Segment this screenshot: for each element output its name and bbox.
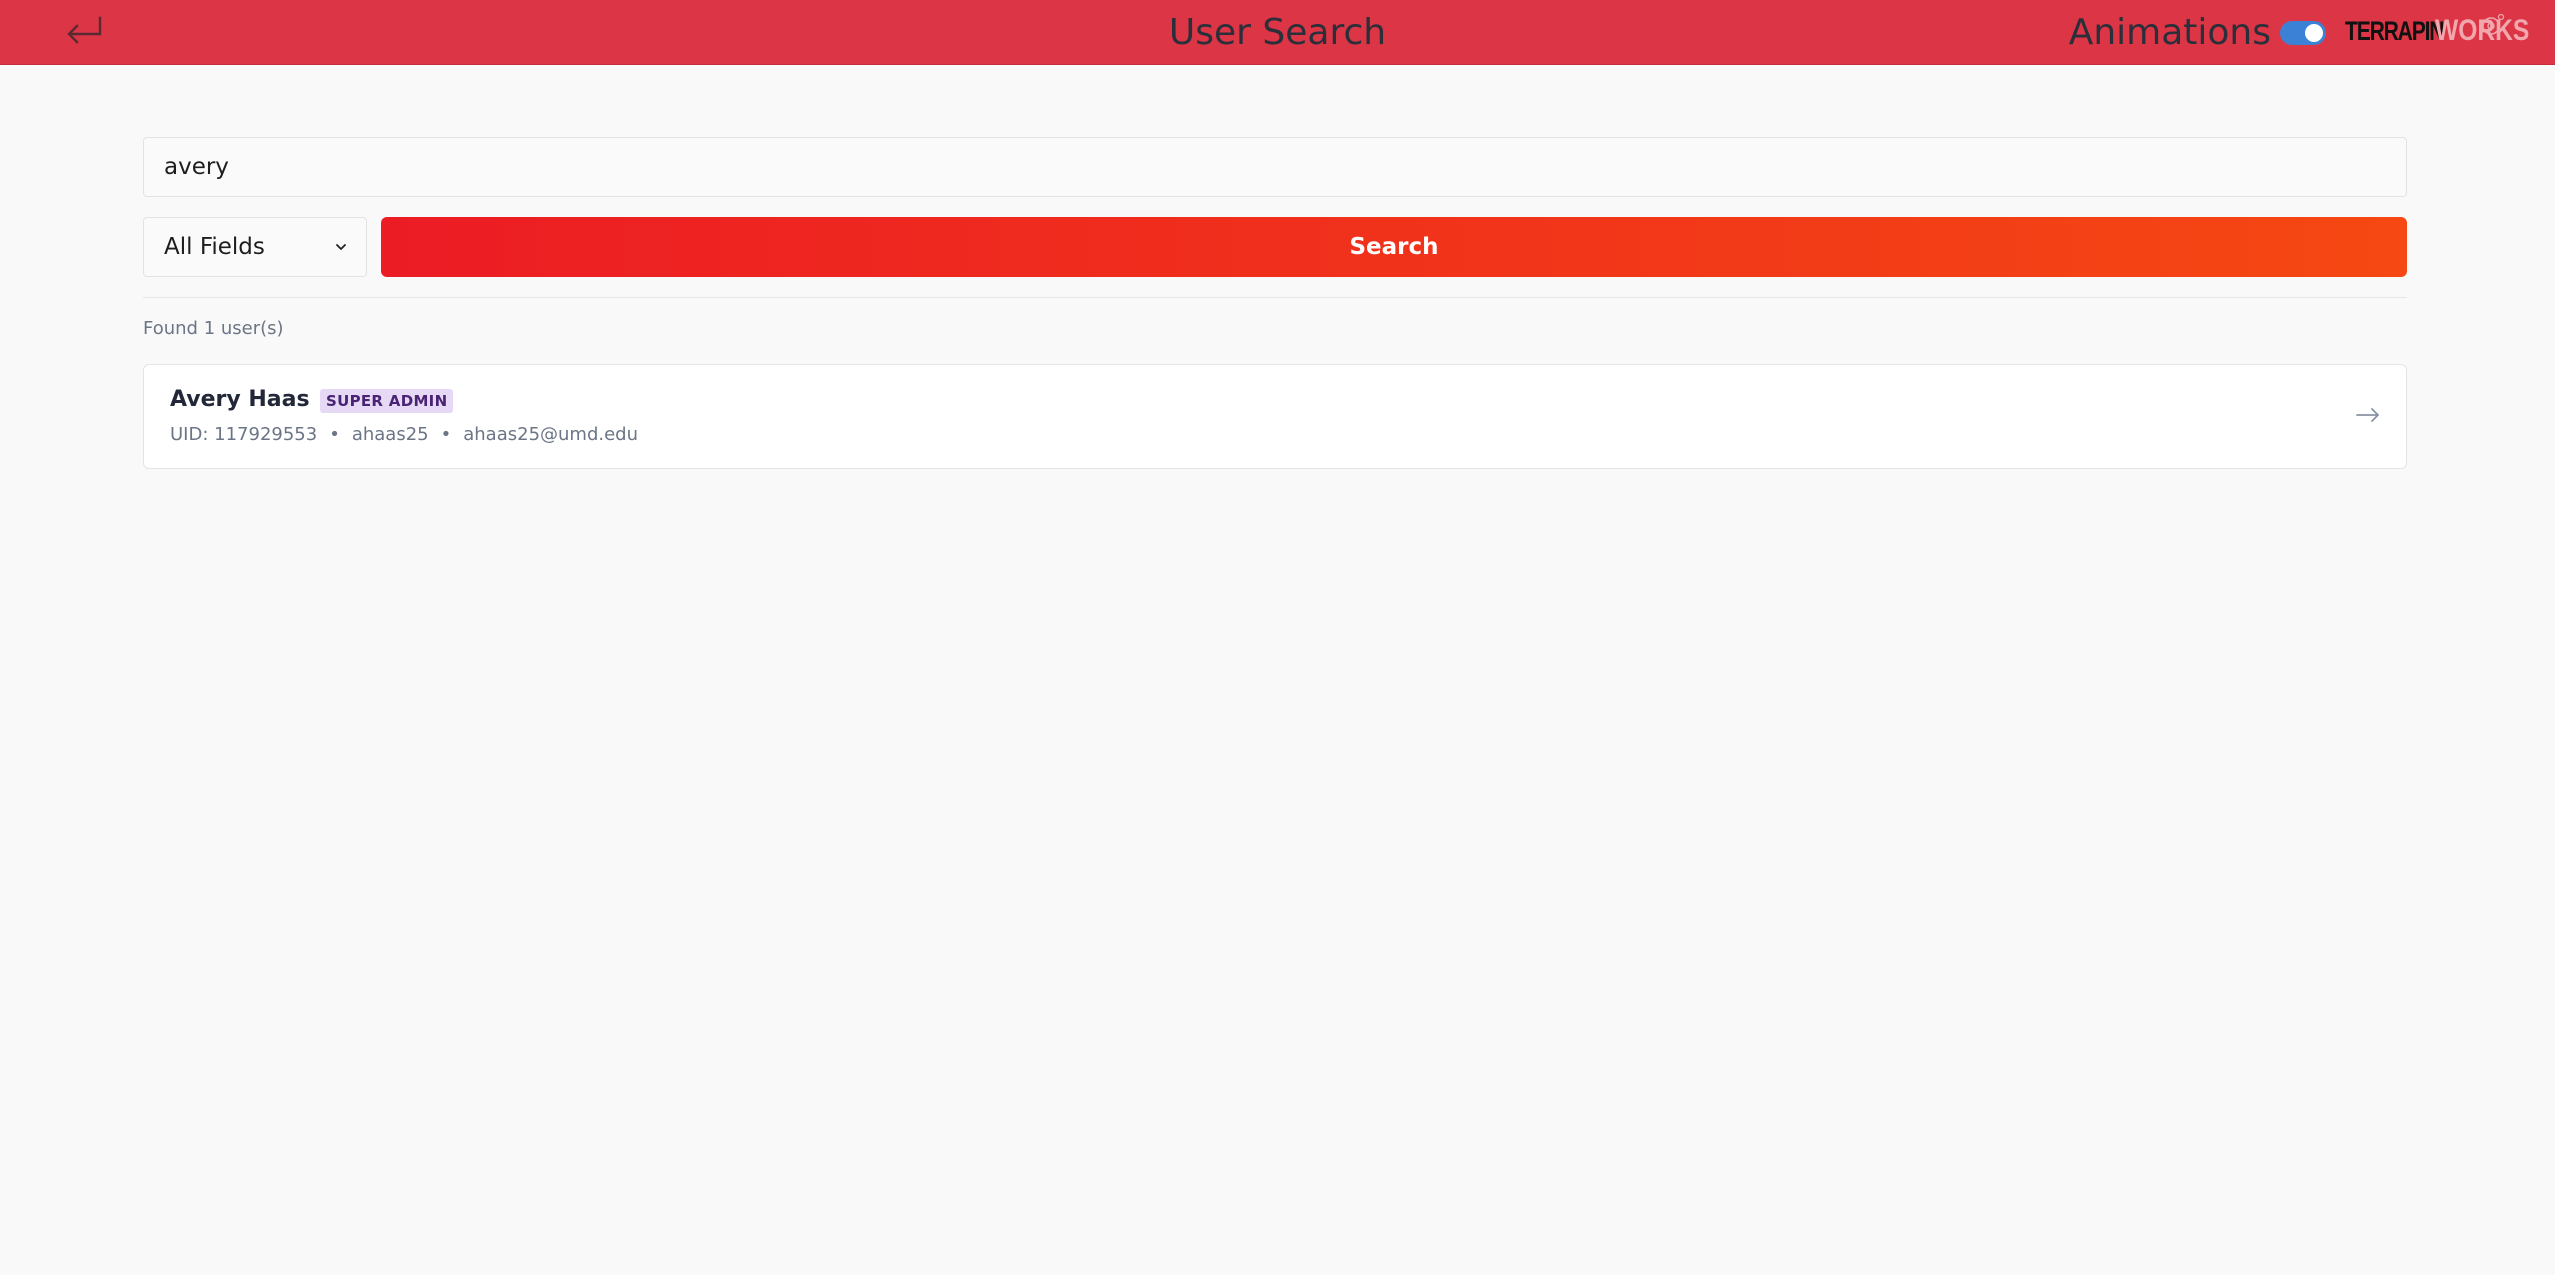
meta-separator: • <box>440 424 452 445</box>
user-username: ahaas25 <box>351 424 429 445</box>
meta-separator: • <box>329 424 340 445</box>
field-filter-select[interactable]: All Fields <box>143 217 367 277</box>
back-button[interactable] <box>58 8 112 54</box>
results-count: Found 1 user(s) <box>143 318 284 339</box>
user-uid: UID: 117929553 <box>170 424 318 445</box>
role-badge: SUPER ADMIN <box>320 389 454 413</box>
search-input[interactable] <box>143 137 2407 197</box>
animations-label: Animations <box>2068 12 2271 53</box>
logo-works-text: WORKS <box>2435 14 2530 47</box>
user-meta: UID: 117929553 • ahaas25 • ahaas25@umd.edu <box>170 424 638 445</box>
terrapin-works-logo: TERRAPIN WORKS <box>2345 6 2529 56</box>
chevron-down-icon <box>336 244 346 250</box>
arrow-right-icon <box>2356 408 2379 422</box>
user-result-row[interactable]: Avery Haas SUPER ADMIN UID: 117929553 • ah… <box>143 364 2407 469</box>
search-button[interactable]: Search <box>381 217 2407 277</box>
return-arrow-icon <box>67 16 102 44</box>
user-name: Avery Haas <box>170 387 310 412</box>
divider <box>143 297 2407 298</box>
user-email: ahaas25@umd.edu <box>463 424 639 445</box>
logo-terrapin-text: TERRAPIN <box>2345 15 2444 46</box>
app-header: User Search Animations TERRAPIN WORKS <box>0 0 2555 65</box>
field-filter-value: All Fields <box>164 234 265 260</box>
toggle-knob <box>2305 24 2323 42</box>
animations-toggle[interactable] <box>2280 21 2326 45</box>
